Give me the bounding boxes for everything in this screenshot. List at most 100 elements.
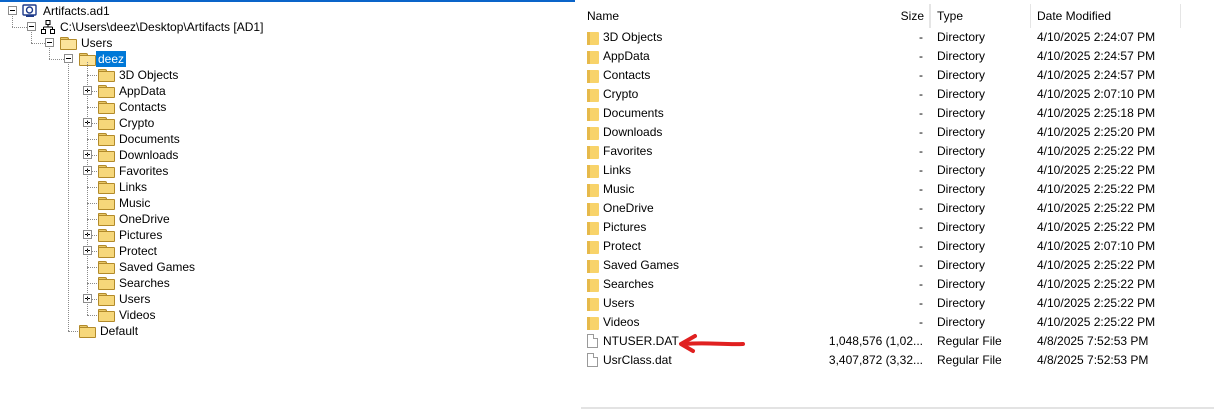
tree-child-item[interactable]: 3D Objects (0, 67, 220, 83)
cell-date: 4/10/2025 2:25:22 PM (1037, 296, 1156, 310)
table-row[interactable]: Users - Directory 4/10/2025 2:25:22 PM (581, 294, 1214, 313)
column-header-type[interactable]: Type (931, 4, 1031, 28)
cell-type: Directory (937, 220, 986, 234)
cell-type: Directory (937, 106, 986, 120)
folder-icon (587, 145, 599, 159)
tree-child-item[interactable]: Links (0, 179, 220, 195)
folder-icon (587, 88, 599, 102)
table-row[interactable]: Downloads - Directory 4/10/2025 2:25:20 PM (581, 123, 1214, 142)
table-row[interactable]: Contacts - Directory 4/10/2025 2:24:57 PM (581, 66, 1214, 85)
table-row[interactable]: OneDrive - Directory 4/10/2025 2:25:22 PM (581, 199, 1214, 218)
cell-type: Directory (937, 296, 986, 310)
cell-size: - (919, 201, 923, 215)
tree-node-deez[interactable]: deez (0, 51, 200, 67)
folder-icon (98, 245, 115, 258)
tree-child-label: Searches (119, 276, 170, 290)
tree-child-label: Crypto (119, 116, 155, 130)
folder-icon (98, 69, 115, 82)
folder-icon (587, 164, 599, 178)
tree-child-item[interactable]: Videos (0, 307, 220, 323)
cell-type: Directory (937, 49, 986, 63)
tree-root-label: Artifacts.ad1 (43, 4, 110, 18)
table-row[interactable]: AppData - Directory 4/10/2025 2:24:57 PM (581, 47, 1214, 66)
tree-child-item[interactable]: Documents (0, 131, 220, 147)
tree-child-item[interactable]: Downloads (0, 147, 220, 163)
tree-connector (31, 30, 32, 43)
tree-child-item[interactable]: OneDrive (0, 211, 220, 227)
folder-icon (79, 325, 96, 338)
folder-icon (98, 213, 115, 226)
folder-icon (98, 85, 115, 98)
folder-icon (587, 297, 599, 311)
cell-type: Directory (937, 201, 986, 215)
cell-date: 4/10/2025 2:24:57 PM (1037, 68, 1156, 82)
cell-type: Directory (937, 68, 986, 82)
tree-connector (31, 43, 45, 44)
table-row[interactable]: Favorites - Directory 4/10/2025 2:25:22 PM (581, 142, 1214, 161)
table-row[interactable]: Protect - Directory 4/10/2025 2:07:10 PM (581, 237, 1214, 256)
file-icon (587, 353, 598, 367)
tree-child-item[interactable]: Protect (0, 243, 220, 259)
cell-size: - (919, 163, 923, 177)
cell-type: Directory (937, 258, 986, 272)
cell-date: 4/10/2025 2:25:22 PM (1037, 182, 1156, 196)
folder-icon (587, 126, 599, 140)
folder-icon (587, 259, 599, 273)
cell-size: - (919, 30, 923, 44)
cell-type: Directory (937, 125, 986, 139)
cell-date: 4/10/2025 2:25:22 PM (1037, 163, 1156, 177)
tree-node-image[interactable]: C:\Users\deez\Desktop\Artifacts [AD1] (0, 19, 300, 35)
table-row[interactable]: Pictures - Directory 4/10/2025 2:25:22 PM (581, 218, 1214, 237)
tree-child-item[interactable]: Saved Games (0, 259, 220, 275)
tree-connector (68, 62, 69, 331)
folder-icon (98, 117, 115, 130)
cell-name: Music (603, 182, 635, 196)
tree-child-item[interactable]: Music (0, 195, 220, 211)
cell-size: 3,407,872 (3,32... (828, 353, 923, 367)
tree-node-root[interactable]: Artifacts.ad1 (0, 3, 200, 19)
cell-type: Directory (937, 87, 986, 101)
tree-child-label: Music (119, 196, 151, 210)
column-header-size[interactable]: Size (831, 4, 931, 28)
folder-icon (98, 181, 115, 194)
cell-date: 4/8/2025 7:52:53 PM (1037, 353, 1149, 367)
tree-node-users[interactable]: Users (0, 35, 200, 51)
column-header-date[interactable]: Date Modified (1031, 4, 1181, 28)
cell-date: 4/8/2025 7:52:53 PM (1037, 334, 1149, 348)
table-row[interactable]: Crypto - Directory 4/10/2025 2:07:10 PM (581, 85, 1214, 104)
tree-node-default[interactable]: Default (0, 323, 200, 339)
table-row[interactable]: Music - Directory 4/10/2025 2:25:22 PM (581, 180, 1214, 199)
table-row[interactable]: Saved Games - Directory 4/10/2025 2:25:22 P… (581, 256, 1214, 275)
tree-connector (68, 331, 78, 332)
table-row[interactable]: Links - Directory 4/10/2025 2:25:22 PM (581, 161, 1214, 180)
cell-size: - (919, 144, 923, 158)
cell-type: Regular File (937, 334, 1002, 348)
table-row[interactable]: Searches - Directory 4/10/2025 2:25:22 PM (581, 275, 1214, 294)
folder-icon (587, 278, 599, 292)
tree-connector (49, 59, 64, 60)
folder-icon (587, 221, 599, 235)
tree-child-item[interactable]: Searches (0, 275, 220, 291)
tree-child-label: Downloads (119, 148, 179, 162)
tree-connector (87, 62, 88, 315)
tree-child-item[interactable]: Pictures (0, 227, 220, 243)
table-row[interactable]: Documents - Directory 4/10/2025 2:25:18 PM (581, 104, 1214, 123)
tree-child-item[interactable]: Favorites (0, 163, 220, 179)
cell-name: Downloads (603, 125, 663, 139)
folder-icon (98, 149, 115, 162)
tree-child-item[interactable]: Crypto (0, 115, 220, 131)
folder-icon (98, 309, 115, 322)
folder-icon (587, 107, 599, 121)
cell-name: Videos (603, 315, 640, 329)
table-row[interactable]: 3D Objects - Directory 4/10/2025 2:24:07 PM (581, 28, 1214, 47)
tree-image-label: C:\Users\deez\Desktop\Artifacts [AD1] (60, 20, 264, 34)
folder-icon (587, 31, 599, 45)
cell-name: Crypto (603, 87, 639, 101)
table-row[interactable]: Videos - Directory 4/10/2025 2:25:22 PM (581, 313, 1214, 332)
cell-name: Searches (603, 277, 654, 291)
tree-child-item[interactable]: Users (0, 291, 220, 307)
tree-connector (49, 46, 50, 59)
tree-child-item[interactable]: AppData (0, 83, 220, 99)
tree-child-item[interactable]: Contacts (0, 99, 220, 115)
cell-date: 4/10/2025 2:25:22 PM (1037, 258, 1156, 272)
